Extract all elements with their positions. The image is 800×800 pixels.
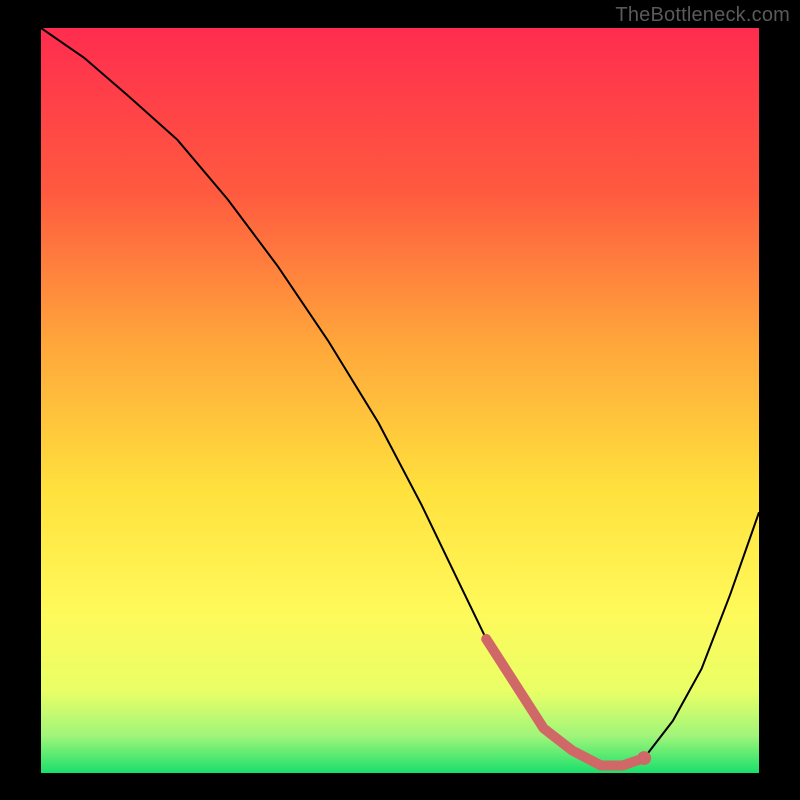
watermark-text: TheBottleneck.com xyxy=(615,4,790,27)
bottleneck-chart xyxy=(41,28,759,773)
chart-frame: TheBottleneck.com xyxy=(0,0,800,800)
optimal-end-dot xyxy=(637,751,651,765)
gradient-background xyxy=(41,28,759,773)
